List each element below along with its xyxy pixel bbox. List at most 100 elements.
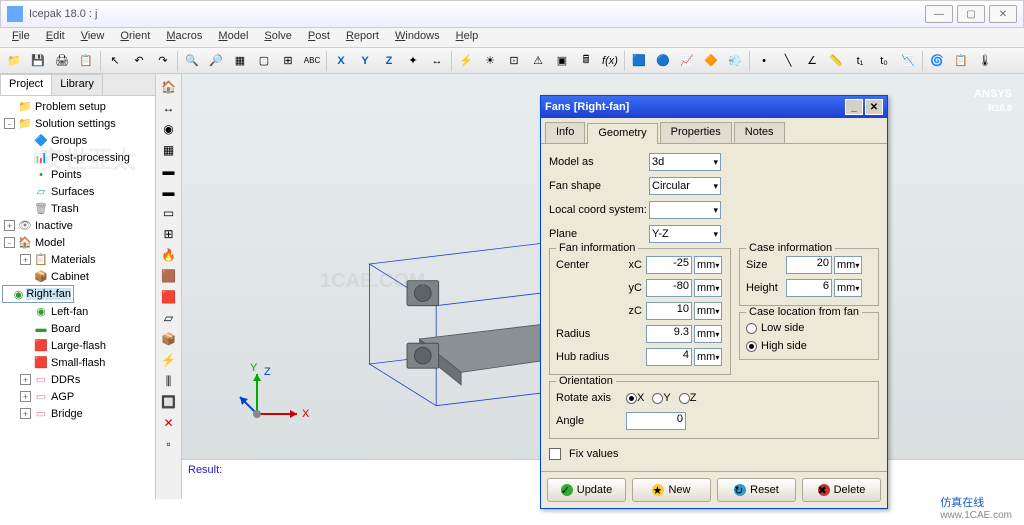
tool-summary[interactable]: 📋 xyxy=(950,50,972,72)
tool-solve[interactable]: ▣ xyxy=(551,50,573,72)
tab-library[interactable]: Library xyxy=(51,74,103,95)
tool-calc[interactable]: 🖩 xyxy=(575,50,597,72)
xc-input[interactable]: -25 xyxy=(646,256,692,274)
tree-item-right-fan[interactable]: ◉Right-fan xyxy=(2,285,74,303)
update-button[interactable]: ✓Update xyxy=(547,478,626,502)
tree-item-materials[interactable]: +📋Materials xyxy=(2,251,153,268)
tree-item-solution-settings[interactable]: -📁Solution settings xyxy=(2,115,153,132)
tree-item-post-processing[interactable]: 📊Post-processing xyxy=(2,149,153,166)
obj-plate-icon[interactable]: ▱ xyxy=(160,309,178,327)
axis-x[interactable]: X xyxy=(330,50,352,72)
rot-z-radio[interactable] xyxy=(679,393,690,404)
tree-item-groups[interactable]: 🔷Groups xyxy=(2,132,153,149)
tool-view2[interactable]: ▢ xyxy=(253,50,275,72)
tool-therm[interactable]: 🌡 xyxy=(974,50,996,72)
tool-fx[interactable]: f(x) xyxy=(599,50,621,72)
tool-view3[interactable]: ⊞ xyxy=(277,50,299,72)
high-side-radio[interactable] xyxy=(746,341,757,352)
dialog-tab-info[interactable]: Info xyxy=(545,122,585,143)
tool-t1[interactable]: t₁ xyxy=(849,50,871,72)
tab-project[interactable]: Project xyxy=(0,74,52,95)
close-button[interactable]: ✕ xyxy=(989,5,1017,23)
tool-post1[interactable]: 🟦 xyxy=(628,50,650,72)
tool-printopt[interactable]: 📋 xyxy=(75,50,97,72)
tool-zoomarea[interactable]: 🔍 xyxy=(181,50,203,72)
tree-item-surfaces[interactable]: ▱Surfaces xyxy=(2,183,153,200)
tree-item-agp[interactable]: +▭AGP xyxy=(2,388,153,405)
tool-post5[interactable]: 💨 xyxy=(724,50,746,72)
tool-radiation[interactable]: ⚡ xyxy=(455,50,477,72)
dialog-minimize-button[interactable]: _ xyxy=(845,99,863,115)
obj-block-icon[interactable]: 🟥 xyxy=(160,288,178,306)
tree-item-cabinet[interactable]: 📦Cabinet xyxy=(2,268,153,285)
menu-help[interactable]: Help xyxy=(448,28,487,47)
height-unit[interactable]: mm xyxy=(834,279,862,297)
obj-pcb-icon[interactable]: 🟫 xyxy=(160,267,178,285)
tree-item-model[interactable]: -🏠Model xyxy=(2,234,153,251)
tool-ang[interactable]: ∠ xyxy=(801,50,823,72)
dialog-titlebar[interactable]: Fans [Right-fan] _ ✕ xyxy=(541,96,887,118)
dialog-tab-notes[interactable]: Notes xyxy=(734,122,785,143)
model-as-select[interactable]: 3d xyxy=(649,153,721,171)
tool-print[interactable]: 🖨 xyxy=(51,50,73,72)
tool-cfd[interactable]: 🌀 xyxy=(926,50,948,72)
tree-item-small-flash[interactable]: 🟥Small-flash xyxy=(2,354,153,371)
radius-unit[interactable]: mm xyxy=(694,325,722,343)
low-side-radio[interactable] xyxy=(746,323,757,334)
tool-post4[interactable]: 🔶 xyxy=(700,50,722,72)
tree-item-ddrs[interactable]: +▭DDRs xyxy=(2,371,153,388)
tree-item-problem-setup[interactable]: 📁Problem setup xyxy=(2,98,153,115)
tool-plot[interactable]: 📉 xyxy=(897,50,919,72)
tool-ruler[interactable]: 📏 xyxy=(825,50,847,72)
dialog-tab-properties[interactable]: Properties xyxy=(660,122,732,143)
obj-model-icon[interactable]: 🏠 xyxy=(160,78,178,96)
tree-item-inactive[interactable]: +👁Inactive xyxy=(2,217,153,234)
hub-input[interactable]: 4 xyxy=(646,348,692,366)
tool-solar[interactable]: ☀ xyxy=(479,50,501,72)
tool-ortho[interactable]: ↔ xyxy=(426,50,448,72)
zc-unit[interactable]: mm xyxy=(694,302,722,320)
tool-open[interactable]: 📁 xyxy=(3,50,25,72)
obj-grille-icon[interactable]: ⊞ xyxy=(160,225,178,243)
menu-orient[interactable]: Orient xyxy=(112,28,158,47)
delete-button[interactable]: ✖Delete xyxy=(802,478,881,502)
menu-macros[interactable]: Macros xyxy=(158,28,210,47)
tool-view1[interactable]: ▦ xyxy=(229,50,251,72)
minimize-button[interactable]: — xyxy=(925,5,953,23)
menu-view[interactable]: View xyxy=(73,28,113,47)
obj-fan-icon[interactable]: ◉ xyxy=(160,120,178,138)
tool-cursor[interactable]: ↖ xyxy=(104,50,126,72)
yc-input[interactable]: -80 xyxy=(646,279,692,297)
size-unit[interactable]: mm xyxy=(834,256,862,274)
obj-move-icon[interactable]: ↔ xyxy=(160,99,178,117)
tool-save[interactable]: 💾 xyxy=(27,50,49,72)
tree-item-bridge[interactable]: +▭Bridge xyxy=(2,405,153,422)
obj-other-icon[interactable]: ▫ xyxy=(160,435,178,453)
menu-post[interactable]: Post xyxy=(300,28,338,47)
tool-post3[interactable]: 📈 xyxy=(676,50,698,72)
obj-source-icon[interactable]: 🔥 xyxy=(160,246,178,264)
obj-vent-icon[interactable]: ▦ xyxy=(160,141,178,159)
coord-select[interactable] xyxy=(649,201,721,219)
new-button[interactable]: ★New xyxy=(632,478,711,502)
tool-undo[interactable]: ↶ xyxy=(128,50,150,72)
menu-file[interactable]: File xyxy=(4,28,38,47)
menu-windows[interactable]: Windows xyxy=(387,28,448,47)
axis-z[interactable]: Z xyxy=(378,50,400,72)
xc-unit[interactable]: mm xyxy=(694,256,722,274)
obj-wall-icon[interactable]: ▬ xyxy=(160,162,178,180)
hub-unit[interactable]: mm xyxy=(694,348,722,366)
tool-zoomin[interactable]: 🔎 xyxy=(205,50,227,72)
axis-iso[interactable]: ✦ xyxy=(402,50,424,72)
maximize-button[interactable]: ▢ xyxy=(957,5,985,23)
obj-open-icon[interactable]: ▭ xyxy=(160,204,178,222)
obj-pkg-icon[interactable]: 🔲 xyxy=(160,393,178,411)
menu-edit[interactable]: Edit xyxy=(38,28,73,47)
zc-input[interactable]: 10 xyxy=(646,302,692,320)
rot-y-radio[interactable] xyxy=(652,393,663,404)
tree-item-left-fan[interactable]: ◉Left-fan xyxy=(2,303,153,320)
obj-hs-icon[interactable]: ⫼ xyxy=(160,372,178,390)
angle-input[interactable]: 0 xyxy=(626,412,686,430)
tree-item-board[interactable]: ▬Board xyxy=(2,320,153,337)
tool-pt[interactable]: • xyxy=(753,50,775,72)
